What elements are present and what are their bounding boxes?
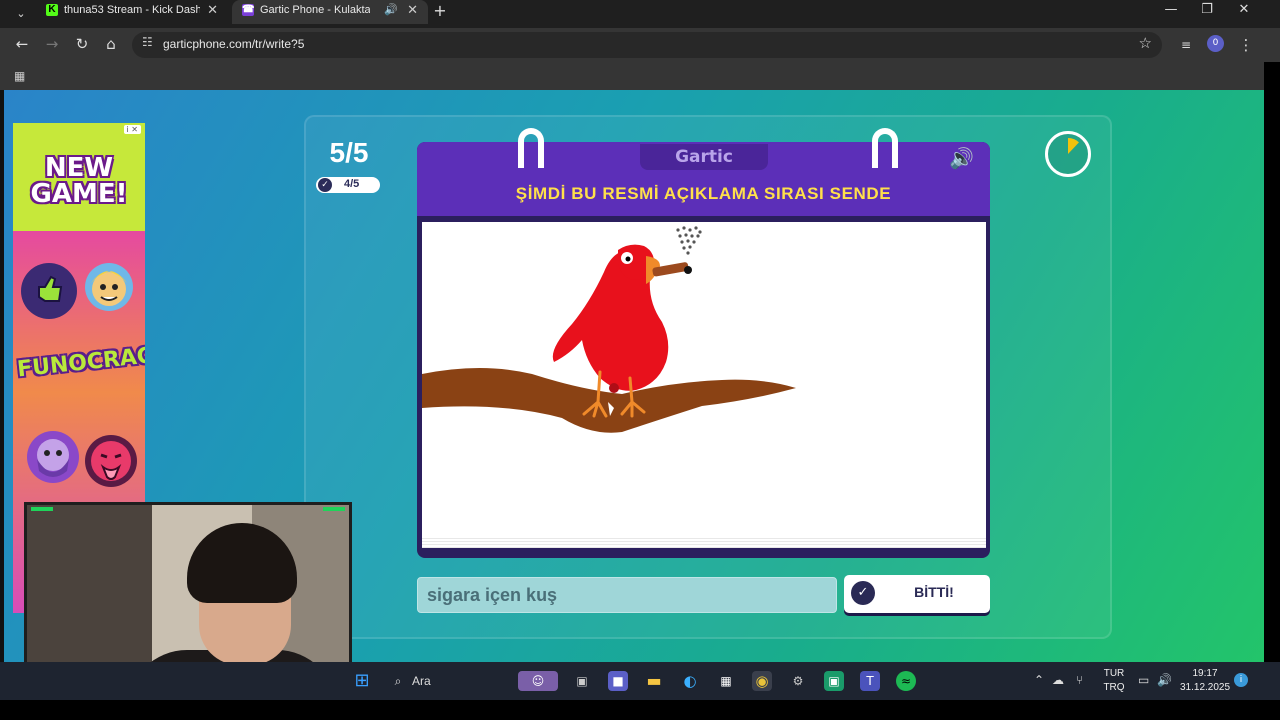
- sound-toggle-icon[interactable]: 🔊: [949, 146, 974, 170]
- steam-icon[interactable]: ⚙: [788, 671, 808, 691]
- windows-start-icon[interactable]: ⊞: [352, 671, 372, 691]
- chrome-icon[interactable]: ◉: [752, 671, 772, 691]
- bearded-character-icon: [23, 427, 79, 483]
- ad-brand-logo: FUNOCRACY: [16, 341, 145, 383]
- character-face-icon: [81, 257, 137, 313]
- gartic-logo: Gartic: [640, 144, 768, 170]
- profile-avatar[interactable]: 0: [1207, 35, 1224, 52]
- address-bar[interactable]: ☷ garticphone.com/tr/write?5 ☆: [132, 32, 1162, 58]
- tab-title: Gartic Phone - Kulaktan Kul: [260, 4, 370, 16]
- round-progress-text: 4/5: [344, 178, 360, 190]
- minimize-icon[interactable]: —: [1156, 2, 1186, 17]
- description-input-field[interactable]: [417, 577, 837, 613]
- task-view-icon[interactable]: ▣: [572, 671, 592, 691]
- file-explorer-icon[interactable]: ▬: [644, 671, 664, 691]
- done-button-label: BİTTİ!: [914, 584, 954, 600]
- browser-tab-bar: ⌄ K thuna53 Stream - Kick Dashboa ✕ ☎ Ga…: [0, 0, 1280, 28]
- tab-gartic-phone[interactable]: ☎ Gartic Phone - Kulaktan Kul 🔊 ✕: [232, 0, 428, 24]
- clock-date[interactable]: 31.12.2025: [1180, 682, 1230, 693]
- spotify-icon[interactable]: ≈: [896, 671, 916, 691]
- restore-icon[interactable]: ❐: [1192, 2, 1222, 17]
- round-timer: [1045, 131, 1091, 177]
- timer-elapsed-wedge: [1068, 138, 1079, 154]
- volume-icon[interactable]: 🔊: [1157, 673, 1172, 687]
- menu-kebab-icon[interactable]: ⋮: [1236, 35, 1256, 55]
- forward-icon[interactable]: →: [42, 34, 62, 54]
- search-icon[interactable]: ⌕: [388, 671, 408, 691]
- taskbar-search-label[interactable]: Ara: [412, 671, 462, 691]
- speaker-icon[interactable]: 🔊: [384, 0, 398, 20]
- clock-time[interactable]: 19:17: [1180, 668, 1230, 679]
- ad-choices-icon[interactable]: i ✕: [123, 125, 141, 134]
- tray-chevron-icon[interactable]: ⌃: [1034, 673, 1044, 687]
- paper-edge: [422, 538, 986, 548]
- screen-bottom-edge: [0, 700, 1280, 720]
- bird-pupil-shape: [625, 256, 631, 262]
- search-highlight-icon[interactable]: ☺: [518, 671, 558, 691]
- store-icon[interactable]: ▦: [716, 671, 736, 691]
- notebook-ring-left: [518, 128, 544, 168]
- instruction-heading: ŞİMDİ BU RESMİ AÇIKLAMA SIRASI SENDE: [515, 184, 892, 203]
- media-controls-icon[interactable]: ≡: [1176, 35, 1196, 55]
- bookmark-star-icon[interactable]: ☆: [1139, 34, 1152, 52]
- reload-icon[interactable]: ↻: [72, 34, 92, 54]
- round-counter: 5/5: [329, 137, 369, 168]
- smoke-dots: [676, 226, 702, 255]
- close-tab-icon[interactable]: ✕: [407, 0, 418, 20]
- bookmarks-bar: ▦: [0, 62, 1280, 90]
- frame-corner-accent: [323, 507, 345, 511]
- language-code[interactable]: TUR: [1100, 668, 1128, 679]
- notebook-ring-right: [872, 128, 898, 168]
- app-icon[interactable]: ▣: [824, 671, 844, 691]
- round-progress-pill: ✓ 4/5: [316, 177, 380, 193]
- bird-tail-detail: [609, 383, 619, 393]
- kick-icon: K: [46, 4, 58, 16]
- drawing-canvas: [422, 222, 986, 538]
- close-window-icon[interactable]: ✕: [1229, 2, 1259, 17]
- windows-taskbar: ⊞ ⌕ Ara ☺ ▣ ■ ▬ ◐ ▦ ◉ ⚙ ▣ T ≈ ⌃ ☁ ⑂ TUR …: [0, 662, 1280, 700]
- teams-icon[interactable]: T: [860, 671, 880, 691]
- apps-grid-icon[interactable]: ▦: [14, 69, 28, 83]
- url-text[interactable]: garticphone.com/tr/write?5: [163, 37, 304, 51]
- tab-kick-dashboard[interactable]: K thuna53 Stream - Kick Dashboa ✕: [36, 0, 228, 24]
- tab-title: thuna53 Stream - Kick Dashboa: [64, 4, 200, 16]
- description-input[interactable]: [418, 578, 836, 612]
- tongue-emoji-icon: [83, 433, 139, 489]
- microphone-icon[interactable]: ⑂: [1076, 673, 1083, 687]
- edge-icon[interactable]: ◐: [680, 671, 700, 691]
- keyboard-layout[interactable]: TRQ: [1100, 682, 1128, 693]
- home-icon[interactable]: ⌂: [101, 34, 121, 54]
- timer-clock-icon: [1068, 138, 1079, 154]
- onedrive-icon[interactable]: ☁: [1052, 673, 1064, 687]
- done-button[interactable]: ✓ BİTTİ!: [844, 575, 990, 613]
- check-icon: ✓: [318, 178, 332, 192]
- browser-toolbar: ← → ↻ ⌂ ☷ garticphone.com/tr/write?5 ☆ ≡…: [0, 28, 1280, 62]
- thumbs-up-icon: [21, 263, 77, 319]
- new-tab-button[interactable]: +: [432, 1, 448, 20]
- close-tab-icon[interactable]: ✕: [207, 0, 218, 20]
- tab-search-chevron-icon[interactable]: ⌄: [10, 4, 32, 24]
- cigar-ash-shape: [684, 266, 692, 274]
- site-info-icon[interactable]: ☷: [142, 35, 153, 49]
- gartic-icon: ☎: [242, 4, 255, 16]
- ad-headline: NEW GAME!: [30, 153, 128, 209]
- right-edge: [1264, 62, 1280, 662]
- back-icon[interactable]: ←: [12, 34, 32, 54]
- notification-icon[interactable]: i: [1234, 673, 1248, 687]
- frame-corner-accent: [31, 507, 53, 511]
- teams-chat-icon[interactable]: ■: [608, 671, 628, 691]
- bird-drawing: [422, 226, 796, 433]
- network-icon[interactable]: ▭: [1138, 673, 1149, 687]
- check-icon: ✓: [851, 581, 875, 605]
